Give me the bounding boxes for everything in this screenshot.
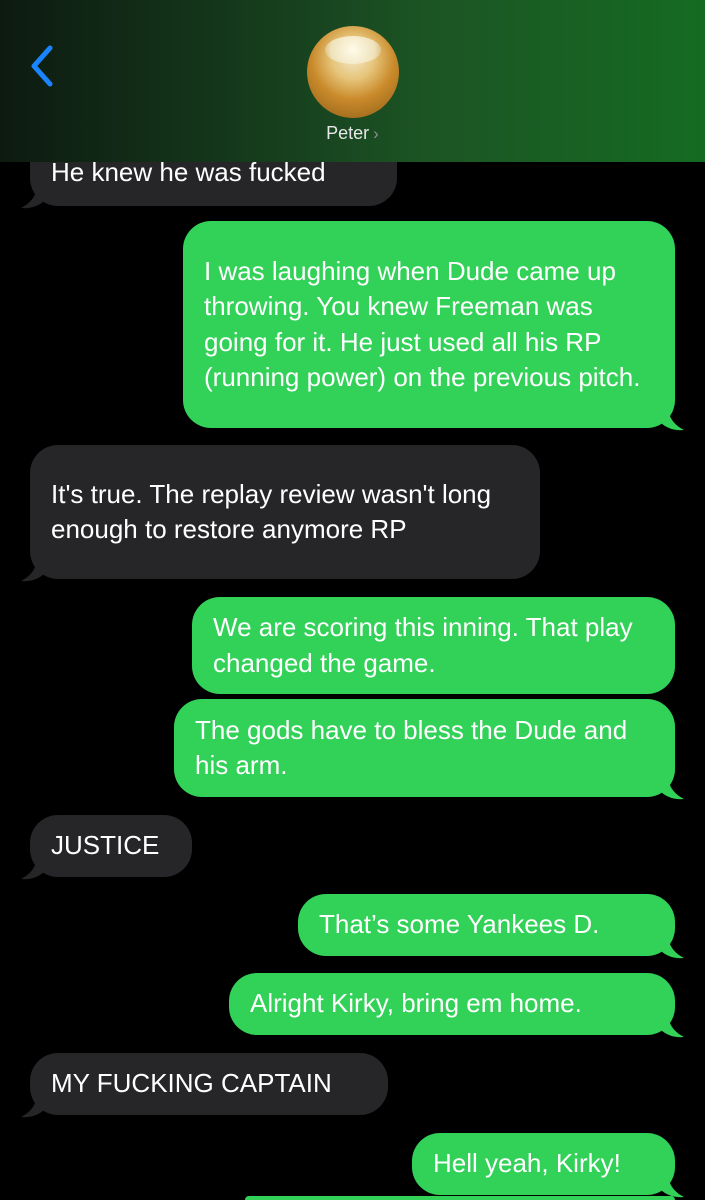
message-bubble-outgoing[interactable]: Hell yeah, Kirky! <box>412 1133 684 1198</box>
bubble-tail <box>660 1017 684 1038</box>
message-bubble-outgoing[interactable]: That’s some Yankees D. <box>298 894 684 959</box>
message-bubble-incoming[interactable]: MY FUCKING CAPTAIN <box>21 1053 388 1118</box>
message-bubble-incoming[interactable]: JUSTICE <box>21 815 192 880</box>
contact-avatar[interactable] <box>307 26 399 118</box>
bubble-tail <box>660 779 684 800</box>
message-bubble-incoming[interactable]: It's true. The replay review wasn't long… <box>21 445 540 582</box>
message-text: That’s some Yankees D. <box>319 909 600 940</box>
bubble-tail <box>660 938 684 959</box>
conversation-screen: Peter › He knew he was fucked I was laugh… <box>0 0 705 1200</box>
message-bubble-outgoing[interactable]: I was laughing when Dude came up throwin… <box>183 221 684 431</box>
message-bubble-outgoing[interactable]: The gods have to bless the Dude and his … <box>174 699 684 800</box>
chevron-right-icon: › <box>373 124 379 143</box>
message-text: Hell yeah, Kirky! <box>433 1148 621 1179</box>
chevron-left-icon <box>31 45 53 87</box>
bubble-tail <box>21 859 45 880</box>
message-text: Alright Kirky, bring em home. <box>250 988 582 1019</box>
message-text: I was laughing when Dude came up throwin… <box>204 255 641 393</box>
bubble-tail <box>21 1097 45 1118</box>
bubble-tail <box>21 561 45 582</box>
conversation-header: Peter › <box>0 0 705 162</box>
back-button[interactable] <box>24 40 64 92</box>
bubble-tail <box>21 188 45 209</box>
message-bubble-outgoing[interactable]: Alright Kirky, bring em home. <box>229 973 684 1038</box>
bubble-tail <box>660 410 684 431</box>
message-text: JUSTICE <box>51 830 160 861</box>
message-text: It's true. The replay review wasn't long… <box>51 478 492 545</box>
message-text: The gods have to bless the Dude and his … <box>195 714 628 781</box>
message-text: MY FUCKING CAPTAIN <box>51 1068 332 1099</box>
message-bubble-outgoing-partial[interactable] <box>245 1196 675 1200</box>
message-text: We are scoring this inning. That play ch… <box>213 612 633 678</box>
message-bubble-outgoing[interactable]: We are scoring this inning. That play ch… <box>192 597 675 694</box>
avatar-beer-foam <box>325 36 381 64</box>
contact-name-button[interactable]: Peter › <box>0 123 705 144</box>
contact-name: Peter <box>326 123 370 143</box>
